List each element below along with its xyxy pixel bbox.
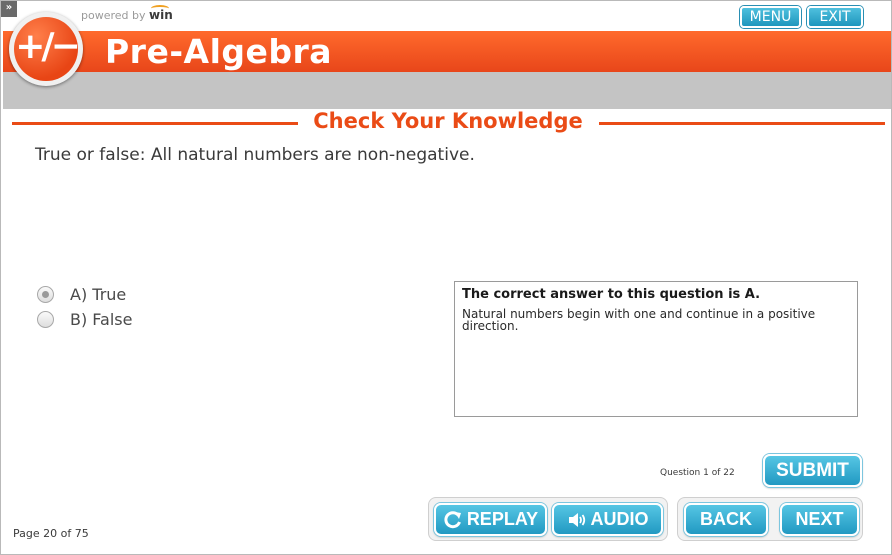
next-button[interactable]: NEXT <box>780 503 859 536</box>
back-button[interactable]: BACK <box>684 503 768 536</box>
answer-option-label: A) True <box>70 284 127 304</box>
back-label: BACK <box>700 509 752 529</box>
submit-label: SUBMIT <box>776 460 849 481</box>
replay-button[interactable]: REPLAY <box>434 503 547 536</box>
replay-label: REPLAY <box>466 509 539 529</box>
section-title: Check Your Knowledge <box>313 109 583 133</box>
answer-option-b[interactable]: B) False <box>37 309 132 329</box>
audio-button[interactable]: AUDIO <box>552 503 663 536</box>
plus-minus-logo: +/− <box>9 12 83 86</box>
exit-button[interactable]: EXIT <box>807 6 863 28</box>
question-counter: Question 1 of 22 <box>660 468 735 478</box>
page-counter: Page 20 of 75 <box>13 527 89 540</box>
course-window: » powered by win MENU EXIT Pre-Algebra +… <box>0 0 892 555</box>
section-divider-right <box>599 122 885 125</box>
audio-label: AUDIO <box>590 509 649 529</box>
subheader-bar <box>3 72 891 109</box>
question-text: True or false: All natural numbers are n… <box>35 145 475 165</box>
powered-by-text: powered by <box>81 9 146 22</box>
submit-button[interactable]: SUBMIT <box>763 454 862 487</box>
course-title: Pre-Algebra <box>105 32 333 71</box>
radio-a[interactable] <box>37 285 54 303</box>
next-label: NEXT <box>795 509 844 529</box>
answer-option-label: B) False <box>70 309 133 329</box>
speaker-icon <box>568 512 585 527</box>
replay-icon <box>444 510 461 528</box>
section-divider-left <box>12 122 298 125</box>
plus-minus-icon: +/− <box>15 26 80 67</box>
menu-button[interactable]: MENU <box>740 6 801 28</box>
title-bar: Pre-Algebra <box>3 31 891 72</box>
win-logo: win <box>149 8 173 22</box>
expand-icon[interactable]: » <box>1 1 17 17</box>
feedback-body: Natural numbers begin with one and conti… <box>462 307 816 333</box>
feedback-panel: The correct answer to this question is A… <box>454 281 858 417</box>
answer-option-a[interactable]: A) True <box>37 284 126 304</box>
radio-b[interactable] <box>37 310 54 328</box>
powered-by: powered by win <box>81 8 173 22</box>
feedback-heading: The correct answer to this question is A… <box>462 287 761 302</box>
logo-disc: +/− <box>14 17 81 81</box>
